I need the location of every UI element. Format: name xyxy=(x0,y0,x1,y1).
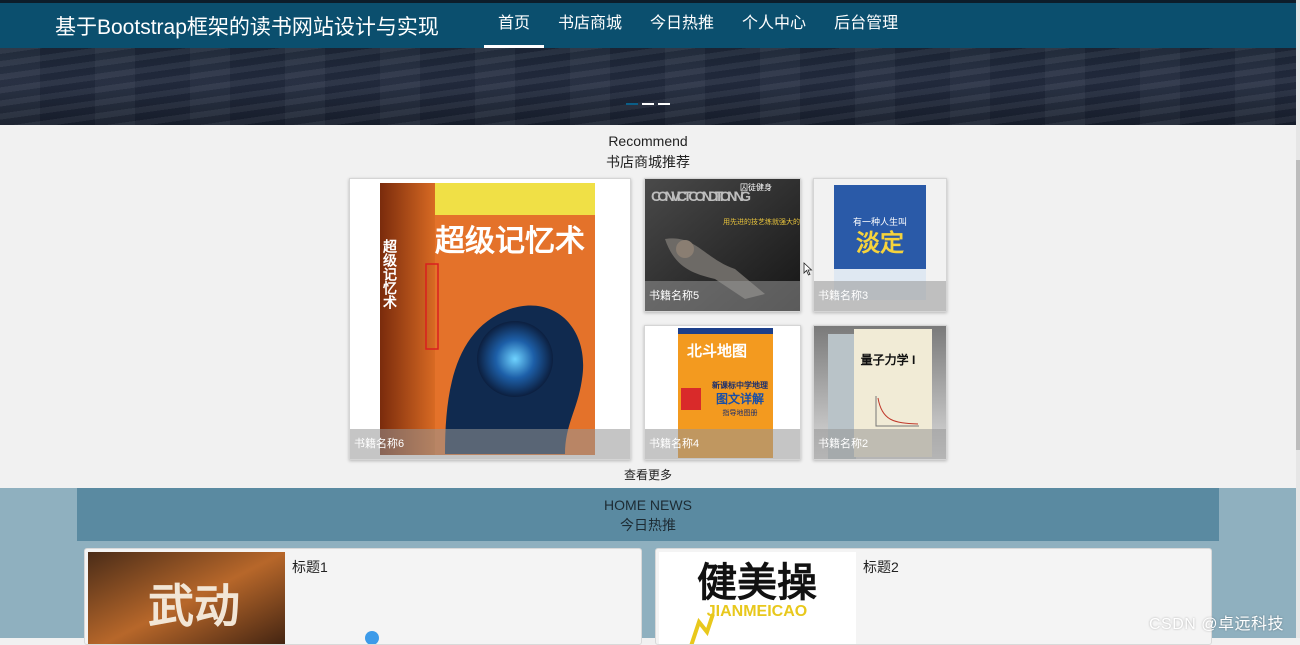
book5-cover-title: CONVICT CONDITIONING xyxy=(651,188,751,204)
carousel-indicator-2[interactable] xyxy=(642,103,654,105)
nav-item-hot[interactable]: 今日热推 xyxy=(636,3,728,48)
book-name-5: 书籍名称5 xyxy=(645,281,800,311)
hero-background xyxy=(0,48,1296,125)
carousel-indicator-3[interactable] xyxy=(658,103,670,105)
recommend-title-cn: 书店商城推荐 xyxy=(606,154,690,170)
nav-item-admin[interactable]: 后台管理 xyxy=(820,3,912,48)
book-name-4: 书籍名称4 xyxy=(645,429,800,459)
nav-item-profile[interactable]: 个人中心 xyxy=(728,3,820,48)
book2-cover-title: 量子力学 I xyxy=(861,352,916,367)
nav-item-home[interactable]: 首页 xyxy=(484,3,545,48)
recommend-title-en: Recommend xyxy=(608,133,688,149)
news-card-2[interactable]: 健美操 JIANMEICAO 标题2 xyxy=(655,548,1212,645)
news-card-1[interactable]: 武动 标题1 xyxy=(84,548,642,645)
main-nav: 首页 书店商城 今日热推 个人中心 后台管理 xyxy=(484,3,912,48)
book5-cover-sub: 囚徒健身 xyxy=(740,182,772,192)
book-card-5[interactable]: CONVICT CONDITIONING 囚徒健身 用先进的技艺练就强大的生存实… xyxy=(644,178,801,312)
news2-cover-sub: JIANMEICAO xyxy=(707,603,807,620)
book-card-2[interactable]: 量子力学 I 书籍名称2 xyxy=(813,325,947,460)
book6-spine-title: 超级记忆术 xyxy=(382,238,398,310)
book5-cover-tag: 用先进的技艺练就强大的生存实力 xyxy=(723,217,800,226)
news-header: HOME NEWS 今日热推 xyxy=(77,488,1219,541)
book6-cover-title: 超级记忆术 xyxy=(435,225,585,258)
book4-cover-small: 指导地图册 xyxy=(723,408,758,417)
site-title[interactable]: 基于Bootstrap框架的读书网站设计与实现 xyxy=(55,11,439,41)
book-name-6: 书籍名称6 xyxy=(350,429,630,459)
news-item-title-1: 标题1 xyxy=(292,559,328,575)
news-image-2: 健美操 JIANMEICAO xyxy=(659,552,856,644)
book3-cover-title: 淡定 xyxy=(856,229,904,257)
mouse-cursor-icon xyxy=(803,262,813,276)
watermark: CSDN @卓远科技 xyxy=(1148,616,1284,633)
carousel-indicator-1[interactable] xyxy=(626,103,638,105)
book-card-4[interactable]: 北斗地图 新课标中学地理 图文详解 指导地图册 书籍名称4 xyxy=(644,325,801,460)
news-title-cn: 今日热推 xyxy=(620,517,676,533)
hero-carousel[interactable] xyxy=(0,48,1296,125)
navbar: 基于Bootstrap框架的读书网站设计与实现 首页 书店商城 今日热推 个人中… xyxy=(0,3,1296,48)
book-cover-6: 超级记忆术 超级记忆术 xyxy=(350,179,630,459)
book-card-3[interactable]: 有一种人生叫 淡定 书籍名称3 xyxy=(813,178,947,312)
carousel-indicators xyxy=(626,103,670,105)
news1-cover-text: 武动 xyxy=(148,581,240,632)
book3-cover-sub: 有一种人生叫 xyxy=(853,216,907,227)
news2-cover-text: 健美操 xyxy=(697,561,817,605)
book4-cover-title: 北斗地图 xyxy=(687,342,747,360)
book-name-2: 书籍名称2 xyxy=(814,429,946,459)
book4-cover-sub: 新课标中学地理 xyxy=(712,380,768,390)
news-title-en: HOME NEWS xyxy=(604,497,692,513)
book4-cover-tag: 图文详解 xyxy=(716,391,764,406)
news-image-1: 武动 xyxy=(88,552,285,644)
view-more-link[interactable]: 查看更多 xyxy=(0,466,1296,483)
radio-icon[interactable] xyxy=(365,631,379,644)
news-item-title-2: 标题2 xyxy=(863,559,899,575)
nav-item-bookstore[interactable]: 书店商城 xyxy=(544,3,636,48)
scrollbar-thumb[interactable] xyxy=(1296,160,1300,450)
book-card-6[interactable]: 超级记忆术 超级记忆术 书籍名称6 xyxy=(349,178,631,460)
book-name-3: 书籍名称3 xyxy=(814,281,946,311)
